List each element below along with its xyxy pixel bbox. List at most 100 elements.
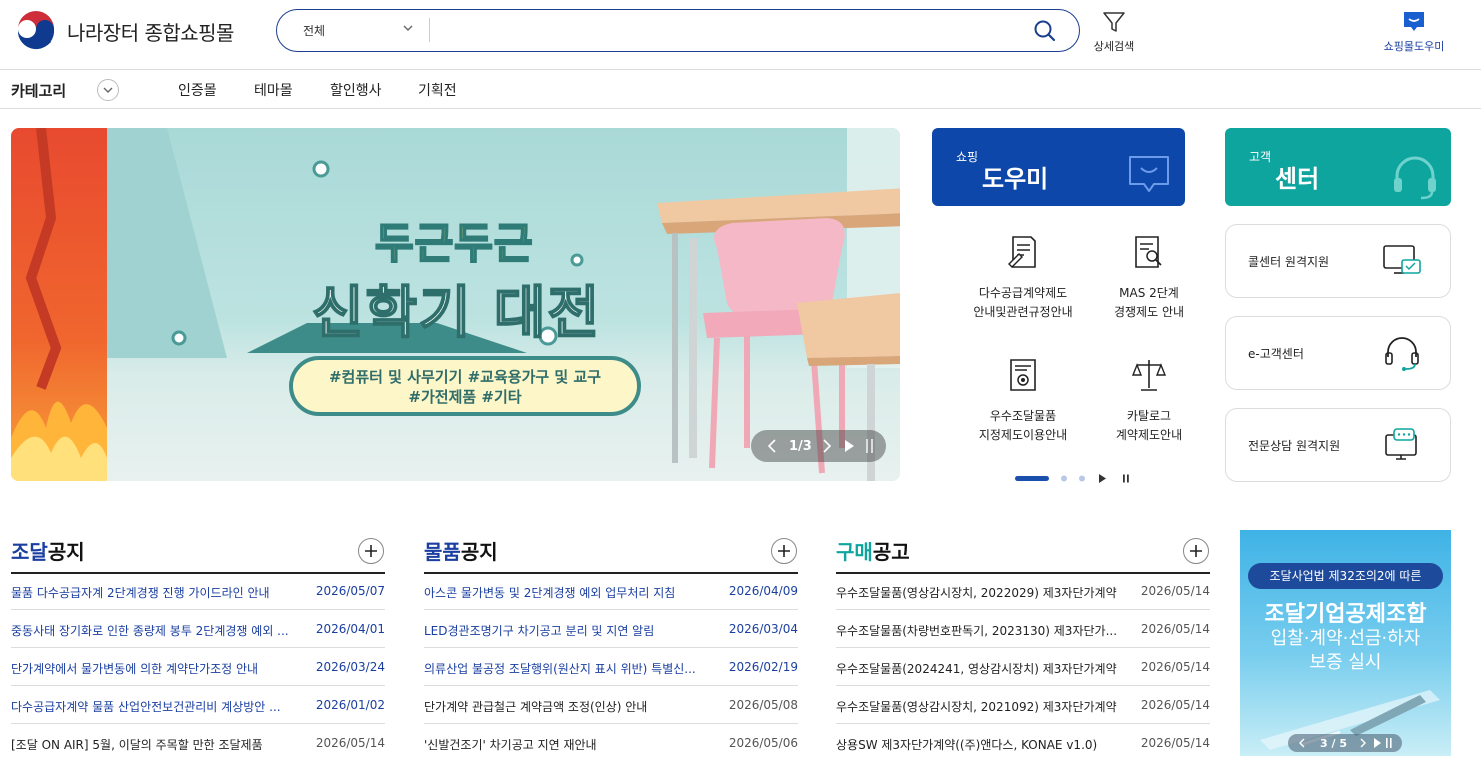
more-button[interactable] [1183, 538, 1209, 564]
banner-side-slide [11, 128, 107, 481]
shop-helper-item-line1: 카탈로그 [1126, 409, 1172, 423]
customer-center-title: 센터 [1275, 165, 1320, 193]
pause-icon [1123, 474, 1125, 483]
ad-line1: 입찰·계약·선금·하자 [1270, 628, 1421, 649]
headset-icon [1394, 156, 1436, 200]
banner-pager-count: 1/3 [789, 438, 812, 454]
chat-bubble-icon [1129, 156, 1169, 192]
notice-row[interactable]: 의류산업 불공정 조달행위(원산지 표시 위반) 특별신... 2026/02/1… [424, 648, 798, 686]
advanced-search-label: 상세검색 [1093, 40, 1135, 53]
advanced-search-button[interactable]: 상세검색 [1090, 10, 1138, 54]
pause-icon[interactable] [1385, 738, 1392, 748]
chevron-right-icon[interactable] [1359, 738, 1367, 748]
search-icon[interactable] [1033, 19, 1057, 43]
nav-item-certified-mall[interactable]: 인증몰 [178, 80, 217, 100]
consult-monitor-icon [1385, 428, 1417, 460]
filter-icon [1103, 12, 1125, 32]
notice-row[interactable]: LED경관조명기구 차기공고 분리 및 지연 알림 2026/03/04 [424, 610, 798, 648]
shop-helper-item-excellent[interactable]: 우수조달물품 지정제도이용안내 [958, 357, 1088, 445]
shop-helper-item-line2: 경쟁제도 안내 [1113, 305, 1185, 319]
notice-row[interactable]: 상용SW 제3자단가계약((주)앤다스, KONAE v1.0) 2026/05/… [836, 724, 1210, 762]
plus-icon [1190, 545, 1202, 557]
play-icon[interactable] [844, 440, 854, 452]
banner-tags-line2: #가전제품 #기타 [408, 388, 522, 406]
shop-helper-item-line2: 안내및관련규정안내 [973, 305, 1073, 319]
plus-icon [365, 545, 377, 557]
notice-row[interactable]: '신발건조기' 차기공고 지연 재안내 2026/05/06 [424, 724, 798, 762]
cs-item-label: 콜센터 원격지원 [1248, 255, 1330, 269]
notice-row[interactable]: 물품 다수공급자계 2단계경쟁 진행 가이드라인 안내 2026/05/07 [11, 572, 385, 610]
cs-item-label: e-고객센터 [1248, 347, 1304, 361]
notice-title: 물품공지 [424, 540, 498, 564]
notice-title: 조달공지 [11, 540, 85, 564]
nav-item-theme-mall[interactable]: 테마몰 [254, 80, 293, 100]
ad-pager-count: 3 / 5 [1320, 736, 1347, 750]
callcenter-remote-support[interactable]: 콜센터 원격지원 [1225, 224, 1451, 298]
banner-title-line1: 두근두근 [374, 218, 534, 269]
ad-subtitle: 입찰·계약·선금·하자 보증 실시 [1240, 627, 1451, 675]
shop-helper-item-line1: 우수조달물품 [989, 409, 1057, 423]
category-menu-label[interactable]: 카테고리 [11, 80, 66, 101]
document-pen-icon [1008, 236, 1036, 268]
notice-row[interactable]: [조달 ON AIR] 5월, 이달의 주목할 만한 조달제품 2026/05/1… [11, 724, 385, 762]
shop-helper-item-line1: MAS 2단계 [1119, 286, 1179, 300]
cs-item-label: 전문상담 원격지원 [1248, 439, 1341, 453]
pager-dot [1061, 475, 1067, 482]
pager-dot-active [1015, 476, 1049, 481]
shop-helper-item-line2: 지정제도이용안내 [978, 428, 1068, 442]
notice-row[interactable]: 단가계약에서 물가변동에 의한 계약단가조정 안내 2026/03/24 [11, 648, 385, 686]
more-button[interactable] [358, 538, 384, 564]
banner-pager: 1/3 [751, 430, 886, 462]
chevron-down-icon [103, 87, 113, 93]
nav-item-exhibition[interactable]: 기획전 [418, 80, 457, 100]
notice-row[interactable]: 우수조달물품(영상감시장치, 2022029) 제3자단가계약 2026/05/1… [836, 572, 1210, 610]
main-nav: 카테고리 인증몰 테마몰 할인행사 기획전 [0, 71, 1481, 109]
notice-row[interactable]: 우수조달물품(차량번호판독기, 2023130) 제3자단가... 2026/05… [836, 610, 1210, 648]
shop-helper-item-mas2[interactable]: MAS 2단계 경쟁제도 안내 [1084, 234, 1214, 322]
certificate-icon [1010, 359, 1036, 391]
play-icon[interactable] [1373, 738, 1381, 748]
ad-line2: 보증 실시 [1309, 652, 1382, 673]
shop-helper-item-catalog[interactable]: 카탈로그 계약제도안내 [1084, 357, 1214, 445]
chevron-left-icon[interactable] [1298, 738, 1306, 748]
scale-icon [1131, 360, 1167, 391]
chevron-right-icon[interactable] [822, 439, 832, 453]
plus-icon [778, 545, 790, 557]
logo-text: 나라장터 종합쇼핑몰 [67, 20, 234, 45]
chevron-left-icon[interactable] [767, 439, 777, 453]
shopping-helper-header[interactable]: 쇼핑 도우미 [932, 128, 1185, 206]
customer-center-small: 고객 [1249, 150, 1272, 164]
shopping-helper-title: 도우미 [982, 165, 1049, 193]
notice-row[interactable]: 아스콘 물가변동 및 2단계경쟁 예외 업무처리 지침 2026/04/09 [424, 572, 798, 610]
banner-tags-line1: #컴퓨터 및 사무기기 #교육용가구 및 교구 [328, 368, 602, 386]
shopping-helper-label: 쇼핑몰도우미 [1383, 40, 1445, 53]
shopping-helper-small: 쇼핑 [956, 150, 979, 164]
notice-row[interactable]: 단가계약 관급철근 계약금액 조정(인상) 안내 2026/05/08 [424, 686, 798, 724]
flame-illustration [11, 128, 107, 481]
more-button[interactable] [771, 538, 797, 564]
e-customer-center[interactable]: e-고객센터 [1225, 316, 1451, 390]
customer-center-header[interactable]: 고객 센터 [1225, 128, 1451, 206]
search-category-select[interactable]: 전체 [277, 10, 429, 50]
side-ad-banner[interactable]: 조달사업법 제32조의2에 따른 조달기업공제조합 입찰·계약·선금·하자 보증… [1240, 530, 1451, 756]
document-search-icon [1135, 236, 1162, 268]
chat-bubble-icon [1404, 12, 1424, 31]
ad-pager: 3 / 5 [1288, 734, 1402, 752]
pause-icon[interactable] [865, 439, 874, 453]
shop-helper-item-mas[interactable]: 다수공급계약제도 안내및관련규정안내 [958, 234, 1088, 322]
shopping-helper-button[interactable]: 쇼핑몰도우미 [1378, 10, 1450, 54]
search-input[interactable] [437, 16, 1017, 44]
shop-helper-item-line1: 다수공급계약제도 [978, 286, 1068, 300]
expert-consult-remote-support[interactable]: 전문상담 원격지원 [1225, 408, 1451, 482]
category-toggle-button[interactable] [97, 79, 119, 101]
search-divider [429, 18, 430, 42]
main-banner-carousel[interactable]: 두근두근 신학기 대전 #컴퓨터 및 사무기기 #교육용가구 및 교구 #가전제… [11, 128, 900, 481]
notice-row[interactable]: 다수공급자계약 물품 산업안전보건관리비 계상방안 ... 2026/01/02 [11, 686, 385, 724]
header: 나라장터 종합쇼핑몰 전체 상세검색 쇼핑몰도우미 [0, 0, 1481, 70]
notice-row[interactable]: 우수조달물품(2024241, 영상감시장치) 제3자단가계약 2026/05/1… [836, 648, 1210, 686]
notice-row[interactable]: 우수조달물품(영상감시장치, 2021092) 제3자단가계약 2026/05/1… [836, 686, 1210, 724]
site-logo[interactable]: 나라장터 종합쇼핑몰 [14, 9, 234, 53]
notice-row[interactable]: 중동사태 장기화로 인한 종량제 봉투 2단계경쟁 예외 ... 2026/04/… [11, 610, 385, 648]
headset-icon [1385, 337, 1419, 371]
nav-item-discount-event[interactable]: 할인행사 [330, 80, 382, 100]
